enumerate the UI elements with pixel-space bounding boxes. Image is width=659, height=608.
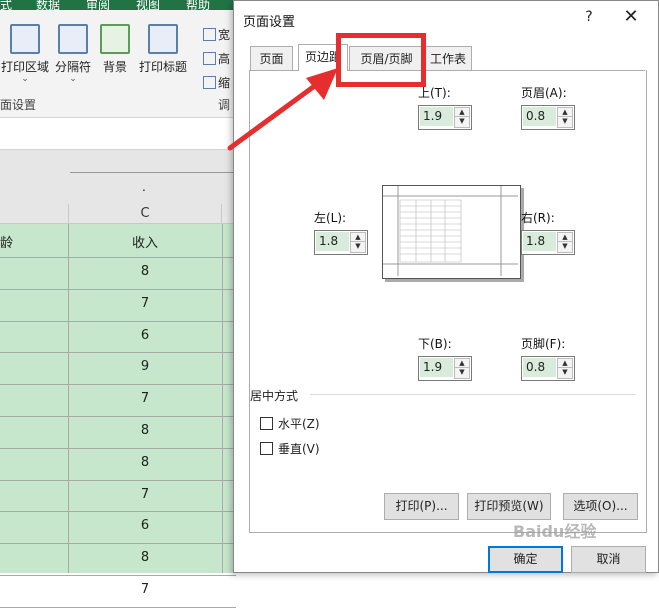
income-cell[interactable]: 8: [68, 455, 222, 470]
grid-divider: [68, 224, 69, 573]
table-row: 8: [0, 416, 236, 449]
income-cell[interactable]: 8: [68, 423, 222, 438]
spinner-down-icon[interactable]: ▼: [557, 241, 573, 253]
cancel-button[interactable]: 取消: [571, 546, 646, 573]
group-outline-line: [70, 172, 240, 173]
left-margin-spinner[interactable]: 1.8 ▲ ▼: [314, 230, 368, 255]
width-icon: [203, 28, 216, 41]
income-cell[interactable]: 7: [68, 582, 222, 597]
table-row: 7: [0, 480, 236, 513]
chevron-down-icon: ⌄: [69, 74, 77, 84]
left-margin-label: 左(L):: [314, 211, 347, 225]
income-cell[interactable]: 7: [68, 296, 222, 311]
chevron-down-icon: ⌄: [21, 74, 29, 84]
spinner-down-icon[interactable]: ▼: [557, 116, 573, 128]
header-margin-input[interactable]: 0.8: [523, 107, 556, 126]
checkbox-box[interactable]: [260, 442, 273, 455]
center-on-page-heading: 居中方式: [250, 389, 299, 403]
dialog-title: 页面设置: [243, 15, 296, 30]
spinner-down-icon[interactable]: ▼: [350, 241, 366, 253]
sheet-grid[interactable]: 龄 收入 8 7 6 9 7 8 8 7 6 8 7: [0, 224, 236, 608]
help-button[interactable]: ?: [579, 7, 599, 27]
bottom-margin-label: 下(B):: [418, 337, 452, 351]
header-margin-spinner[interactable]: 0.8 ▲ ▼: [521, 105, 575, 130]
table-row: 7: [0, 289, 236, 322]
income-cell[interactable]: 6: [68, 328, 222, 343]
outline-dot: .: [142, 180, 146, 194]
checkbox-box[interactable]: [260, 417, 273, 430]
header-margin-label: 页眉(A):: [521, 86, 567, 100]
background-button[interactable]: 背景: [90, 24, 140, 75]
vertical-checkbox[interactable]: 垂直(V): [260, 440, 320, 457]
baidu-watermark: Baidu经验: [513, 522, 597, 541]
print-area-label: 打印区域: [0, 60, 49, 74]
table-row: 8: [0, 543, 236, 576]
page-preview-graphic: [383, 186, 518, 276]
income-cell[interactable]: 7: [68, 487, 222, 502]
print-preview-button[interactable]: 打印预览(W): [467, 493, 551, 520]
horizontal-checkbox[interactable]: 水平(Z): [260, 415, 320, 432]
table-row: 6: [0, 321, 236, 354]
table-row: 8: [0, 257, 236, 290]
height-icon: [203, 52, 216, 65]
horizontal-label: 水平(Z): [278, 417, 320, 431]
width-item[interactable]: 宽: [203, 26, 230, 43]
scale-icon: [203, 76, 216, 89]
red-arrow-icon: [227, 68, 338, 151]
page-setup-group-label: 面设置: [0, 98, 37, 112]
section-divider: [310, 394, 636, 395]
spinner-down-icon[interactable]: ▼: [454, 367, 470, 379]
footer-margin-label: 页脚(F):: [521, 337, 566, 351]
print-area-icon: [10, 24, 40, 54]
print-titles-button[interactable]: 打印标题: [138, 24, 188, 75]
spinner-down-icon[interactable]: ▼: [557, 367, 573, 379]
print-area-button[interactable]: 打印区域 ⌄: [0, 24, 50, 84]
bottom-margin-spinner[interactable]: 1.9 ▲ ▼: [418, 356, 472, 381]
income-cell[interactable]: 8: [68, 550, 222, 565]
print-titles-label: 打印标题: [138, 60, 187, 74]
options-button[interactable]: 选项(O)...: [563, 493, 638, 520]
background-label: 背景: [102, 60, 127, 74]
table-row: 龄 收入: [0, 224, 236, 258]
footer-margin-input[interactable]: 0.8: [523, 358, 556, 377]
background-image-icon: [100, 24, 130, 54]
income-cell[interactable]: 9: [68, 359, 222, 374]
right-margin-label: 右(R):: [521, 211, 555, 225]
income-cell[interactable]: 6: [68, 518, 222, 533]
table-row: 7: [0, 575, 236, 608]
table-row: 8: [0, 448, 236, 481]
spinner-down-icon[interactable]: ▼: [454, 116, 470, 128]
income-cell[interactable]: 8: [68, 264, 222, 279]
income-cell[interactable]: 7: [68, 391, 222, 406]
breaks-label: 分隔符: [54, 60, 91, 74]
table-row: 6: [0, 511, 236, 545]
right-margin-input[interactable]: 1.8: [523, 232, 556, 251]
footer-margin-spinner[interactable]: 0.8 ▲ ▼: [521, 356, 575, 381]
top-margin-spinner[interactable]: 1.9 ▲ ▼: [418, 105, 472, 130]
page-margin-preview: [382, 185, 521, 279]
grid-divider: [222, 224, 223, 573]
bottom-margin-input[interactable]: 1.9: [420, 358, 453, 377]
right-margin-spinner[interactable]: 1.8 ▲ ▼: [521, 230, 575, 255]
print-button[interactable]: 打印(P)...: [384, 493, 459, 520]
breaks-icon: [58, 24, 88, 54]
table-row: 7: [0, 384, 236, 417]
header-cell-b[interactable]: 龄: [0, 232, 13, 251]
header-cell-income[interactable]: 收入: [68, 232, 222, 251]
close-button[interactable]: ✕: [621, 7, 641, 27]
tab-sheet[interactable]: 工作表: [424, 46, 472, 71]
print-titles-icon: [148, 24, 178, 54]
left-margin-input[interactable]: 1.8: [316, 232, 349, 251]
top-margin-input[interactable]: 1.9: [420, 107, 453, 126]
table-row: 9: [0, 352, 236, 386]
column-header-c[interactable]: C: [68, 204, 222, 224]
ok-button[interactable]: 确定: [488, 546, 563, 573]
vertical-label: 垂直(V): [278, 442, 320, 456]
